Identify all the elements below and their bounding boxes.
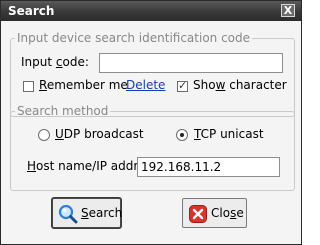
red-x-icon (189, 205, 207, 223)
search-button-label: Search (81, 206, 123, 220)
close-icon: X (283, 4, 293, 17)
magnifier-icon (58, 204, 78, 224)
search-button[interactable]: Search (52, 198, 123, 228)
show-character-checkbox[interactable]: ✓ (177, 79, 188, 92)
search-method-group: Search method (10, 104, 295, 191)
input-code-label: Input code: (21, 55, 89, 69)
udp-broadcast-label[interactable]: UDP broadcast (55, 127, 144, 141)
window-close-button[interactable]: X (281, 4, 295, 17)
search-method-legend: Search method (17, 104, 109, 118)
identification-legend: Input device search identification code (17, 31, 251, 45)
tcp-unicast-radio[interactable] (176, 129, 188, 141)
udp-broadcast-radio[interactable] (38, 129, 50, 141)
input-code-field[interactable] (99, 53, 283, 73)
search-dialog: Search X Input device search identificat… (0, 0, 302, 245)
close-button-label: Close (211, 206, 244, 220)
window-title: Search (8, 4, 55, 18)
radio-selected-dot (180, 133, 184, 137)
title-bar[interactable]: Search X (1, 1, 301, 21)
tcp-unicast-label[interactable]: TCP unicast (194, 127, 264, 141)
remember-me-checkbox[interactable] (23, 81, 34, 92)
checkmark-icon: ✓ (178, 79, 188, 92)
remember-me-label[interactable]: Remember me (39, 78, 128, 92)
close-button[interactable]: Close (182, 198, 247, 228)
delete-link[interactable]: Delete (126, 78, 165, 92)
host-label: Host name/IP addr: (27, 159, 143, 173)
dialog-body: Input device search identification code … (1, 21, 301, 244)
show-character-label[interactable]: Show character (193, 78, 287, 92)
host-input[interactable]: 192.168.11.2 (137, 157, 280, 177)
